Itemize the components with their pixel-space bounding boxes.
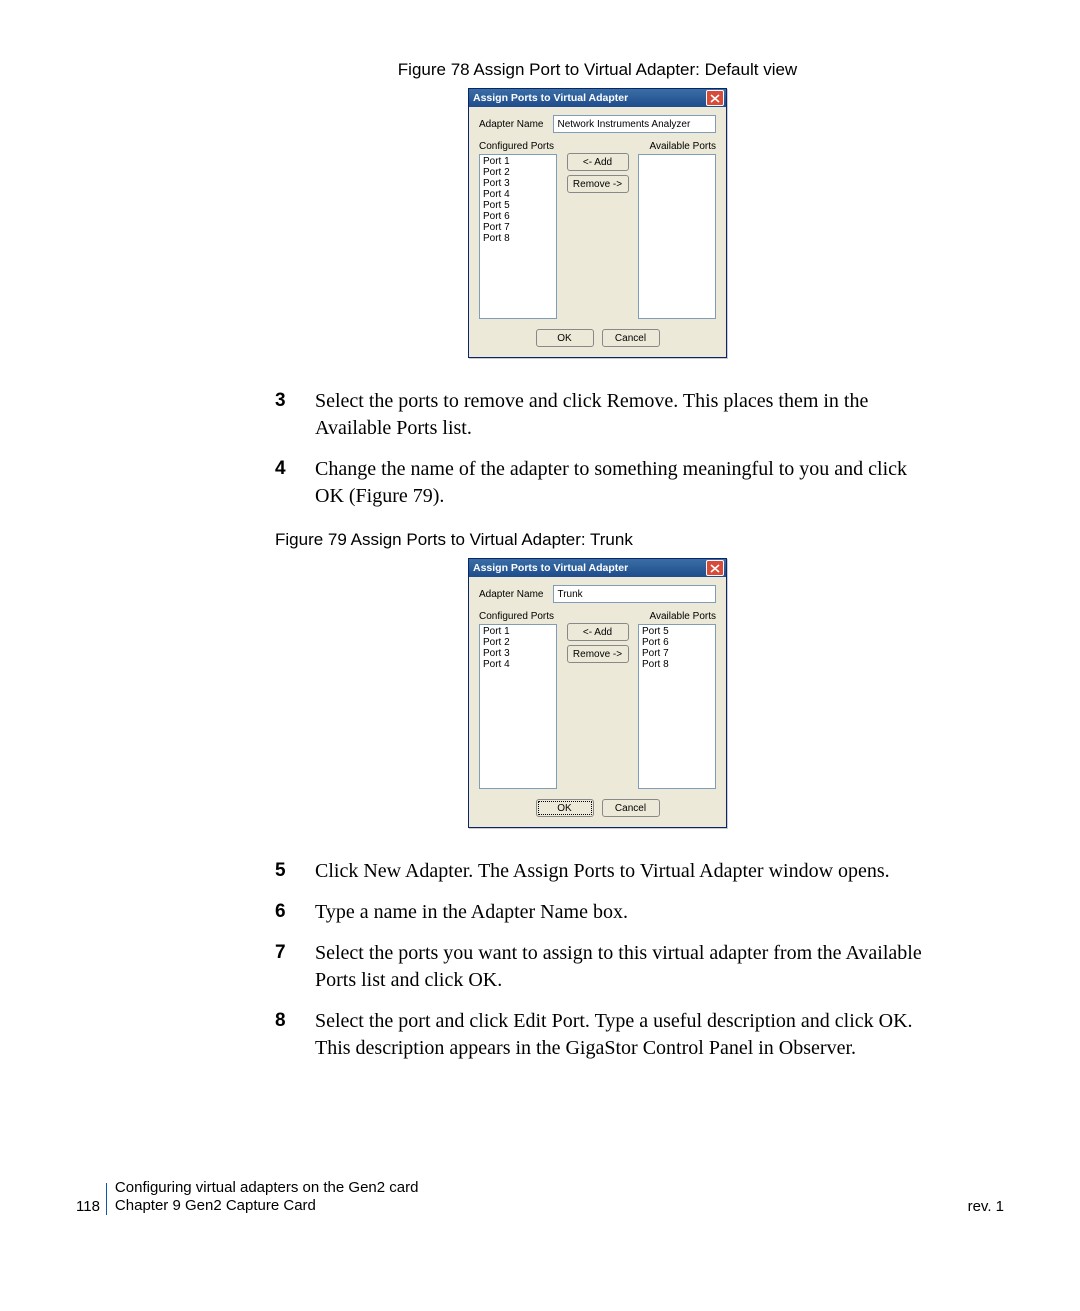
cancel-button[interactable]: Cancel <box>602 799 660 817</box>
cancel-button[interactable]: Cancel <box>602 329 660 347</box>
step-7: 7 Select the ports you want to assign to… <box>275 940 930 994</box>
available-ports-label: Available Ports <box>638 611 716 622</box>
step-text: Select the ports to remove and click Rem… <box>315 388 930 442</box>
ok-button[interactable]: OK <box>536 799 594 817</box>
list-item[interactable]: Port 3 <box>483 648 553 659</box>
configured-ports-listbox[interactable]: Port 1 Port 2 Port 3 Port 4 <box>479 624 557 789</box>
remove-button[interactable]: Remove -> <box>567 175 629 193</box>
step-number: 7 <box>275 940 315 994</box>
add-button[interactable]: <- Add <box>567 623 629 641</box>
close-icon[interactable] <box>706 560 724 576</box>
step-text: Type a name in the Adapter Name box. <box>315 899 930 926</box>
list-item[interactable]: Port 8 <box>483 233 553 244</box>
ok-button[interactable]: OK <box>536 329 594 347</box>
list-item[interactable]: Port 1 <box>483 156 553 167</box>
dialog-title: Assign Ports to Virtual Adapter <box>473 562 706 574</box>
step-3: 3 Select the ports to remove and click R… <box>275 388 930 442</box>
step-6: 6 Type a name in the Adapter Name box. <box>275 899 930 926</box>
footer-section-title: Configuring virtual adapters on the Gen2… <box>115 1179 419 1197</box>
step-number: 6 <box>275 899 315 926</box>
list-item[interactable]: Port 1 <box>483 626 553 637</box>
list-item[interactable]: Port 6 <box>642 637 712 648</box>
available-ports-listbox[interactable]: Port 5 Port 6 Port 7 Port 8 <box>638 624 716 789</box>
page-footer: 118 Configuring virtual adapters on the … <box>76 1179 1004 1215</box>
step-number: 8 <box>275 1008 315 1062</box>
available-ports-listbox[interactable] <box>638 154 716 319</box>
list-item[interactable]: Port 5 <box>642 626 712 637</box>
add-button[interactable]: <- Add <box>567 153 629 171</box>
step-8: 8 Select the port and click Edit Port. T… <box>275 1008 930 1062</box>
remove-button[interactable]: Remove -> <box>567 645 629 663</box>
step-text: Change the name of the adapter to someth… <box>315 456 930 510</box>
list-item[interactable]: Port 2 <box>483 637 553 648</box>
footer-chapter-title: Chapter 9 Gen2 Capture Card <box>115 1197 419 1215</box>
figure-caption-79: Figure 79 Assign Ports to Virtual Adapte… <box>275 530 930 550</box>
list-item[interactable]: Port 2 <box>483 167 553 178</box>
list-item[interactable]: Port 7 <box>642 648 712 659</box>
step-text: Select the ports you want to assign to t… <box>315 940 930 994</box>
dialog-title: Assign Ports to Virtual Adapter <box>473 92 706 104</box>
figure-caption-78: Figure 78 Assign Port to Virtual Adapter… <box>265 60 930 80</box>
dialog-assign-ports-default: Assign Ports to Virtual Adapter Adapter … <box>468 88 727 358</box>
adapter-name-input[interactable] <box>553 585 716 603</box>
adapter-name-label: Adapter Name <box>479 119 543 130</box>
list-item[interactable]: Port 5 <box>483 200 553 211</box>
step-number: 4 <box>275 456 315 510</box>
step-4: 4 Change the name of the adapter to some… <box>275 456 930 510</box>
configured-ports-label: Configured Ports <box>479 141 557 152</box>
adapter-name-label: Adapter Name <box>479 589 543 600</box>
list-item[interactable]: Port 8 <box>642 659 712 670</box>
dialog-assign-ports-trunk: Assign Ports to Virtual Adapter Adapter … <box>468 558 727 828</box>
list-item[interactable]: Port 4 <box>483 659 553 670</box>
close-icon[interactable] <box>706 90 724 106</box>
step-text: Select the port and click Edit Port. Typ… <box>315 1008 930 1062</box>
adapter-name-input[interactable] <box>553 115 716 133</box>
step-text: Click New Adapter. The Assign Ports to V… <box>315 858 930 885</box>
page-number: 118 <box>76 1198 100 1215</box>
configured-ports-listbox[interactable]: Port 1 Port 2 Port 3 Port 4 Port 5 Port … <box>479 154 557 319</box>
list-item[interactable]: Port 3 <box>483 178 553 189</box>
list-item[interactable]: Port 4 <box>483 189 553 200</box>
available-ports-label: Available Ports <box>638 141 716 152</box>
step-number: 5 <box>275 858 315 885</box>
list-item[interactable]: Port 7 <box>483 222 553 233</box>
list-item[interactable]: Port 6 <box>483 211 553 222</box>
step-number: 3 <box>275 388 315 442</box>
dialog-titlebar: Assign Ports to Virtual Adapter <box>469 89 726 107</box>
step-5: 5 Click New Adapter. The Assign Ports to… <box>275 858 930 885</box>
dialog-titlebar: Assign Ports to Virtual Adapter <box>469 559 726 577</box>
footer-revision: rev. 1 <box>968 1198 1004 1215</box>
configured-ports-label: Configured Ports <box>479 611 557 622</box>
footer-divider <box>106 1183 107 1215</box>
